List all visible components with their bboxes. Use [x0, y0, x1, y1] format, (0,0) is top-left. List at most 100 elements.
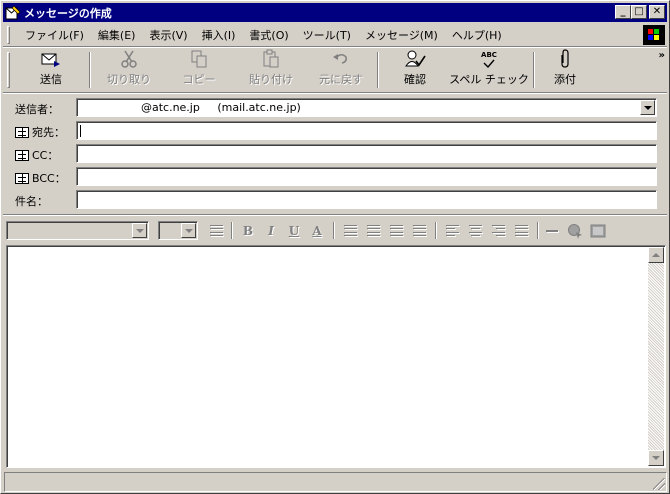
send-button[interactable]: 送信 — [27, 50, 75, 90]
toolbar-divider — [3, 92, 667, 94]
undo-icon — [330, 49, 352, 69]
from-value: @atc.ne.jp (mail.atc.ne.jp) — [113, 101, 301, 114]
subject-label: 件名： — [15, 195, 48, 208]
insert-picture-icon[interactable] — [589, 222, 607, 239]
compose-window: メッセージの作成 _ □ ✕ ファイル(F) 編集(E) 表示(V) 挿入(I)… — [0, 0, 670, 494]
undo-button[interactable]: 元に戻す — [313, 50, 369, 90]
numbered-list-icon[interactable] — [341, 222, 359, 239]
bcc-label: BCC： — [32, 172, 66, 185]
undo-label: 元に戻す — [319, 73, 363, 86]
menu-edit[interactable]: 編集(E) — [91, 27, 143, 43]
align-left-icon[interactable] — [443, 222, 461, 239]
bcc-address-book-button[interactable]: BCC： — [15, 170, 66, 186]
bcc-row: BCC： — [3, 167, 667, 187]
to-label: 宛先： — [32, 126, 65, 139]
address-book-icon — [15, 149, 29, 161]
address-book-icon — [15, 126, 29, 138]
spelling-label: スペル チェック — [449, 73, 529, 86]
font-color-button[interactable]: A — [308, 222, 326, 239]
cc-field[interactable] — [76, 144, 657, 163]
bcc-field[interactable] — [76, 167, 657, 186]
attach-button[interactable]: 添付 — [545, 49, 585, 90]
from-select[interactable]: @atc.ne.jp (mail.atc.ne.jp) — [76, 98, 657, 117]
status-bar — [4, 472, 667, 492]
bulleted-list-icon[interactable] — [364, 222, 382, 239]
menu-tools[interactable]: ツール(T) — [296, 27, 358, 43]
menu-message[interactable]: メッセージ(M) — [358, 27, 445, 43]
paragraph-style-lines — [209, 225, 223, 236]
from-label: 送信者： — [15, 103, 59, 116]
menu-insert[interactable]: 挿入(I) — [195, 27, 243, 43]
align-right-icon[interactable] — [489, 222, 507, 239]
menu-view[interactable]: 表示(V) — [142, 27, 194, 43]
increase-indent-icon[interactable] — [410, 222, 428, 239]
close-icon: ✕ — [652, 6, 662, 17]
toolbar-separator — [89, 52, 91, 88]
subject-field[interactable] — [76, 190, 657, 209]
check-label: 確認 — [404, 73, 426, 86]
spelling-button[interactable]: ABC スペル チェック — [449, 50, 529, 90]
cc-address-book-button[interactable]: CC： — [15, 147, 58, 163]
bold-button[interactable]: B — [239, 222, 257, 239]
underline-button[interactable]: U — [285, 222, 303, 239]
toolbar-grip[interactable] — [7, 52, 10, 88]
to-field[interactable] — [76, 121, 657, 140]
maximize-button[interactable]: □ — [631, 5, 647, 19]
font-size-dropdown-button[interactable] — [181, 223, 196, 238]
menu-grip[interactable] — [7, 26, 10, 44]
justify-icon[interactable] — [512, 222, 530, 239]
minimize-button[interactable]: _ — [615, 5, 631, 19]
toolbar-separator — [377, 52, 379, 88]
toolbar: 送信 切り取り コピー 貼り付け 元に戻す 確認 ABC スペル チェック 添付… — [3, 48, 667, 92]
format-separator — [333, 222, 335, 239]
justify-lines — [514, 225, 528, 236]
menu-format[interactable]: 書式(O) — [242, 27, 295, 43]
decrease-indent-icon[interactable] — [387, 222, 405, 239]
align-center-icon[interactable] — [466, 222, 484, 239]
cc-row: CC： — [3, 144, 667, 164]
paperclip-icon — [554, 49, 576, 69]
align-left-lines — [445, 225, 459, 236]
compose-message-icon — [5, 5, 21, 21]
from-dropdown-button[interactable] — [640, 100, 655, 115]
toolbar-more-icon[interactable]: » — [659, 50, 666, 61]
cut-button[interactable]: 切り取り — [103, 50, 155, 90]
to-address-book-button[interactable]: 宛先： — [15, 124, 65, 140]
menu-file[interactable]: ファイル(F) — [18, 27, 91, 43]
scroll-down-button[interactable] — [648, 450, 664, 466]
decrease-indent-lines — [389, 225, 403, 236]
italic-button[interactable]: I — [262, 222, 280, 239]
title-bar[interactable]: メッセージの作成 _ □ ✕ — [3, 3, 667, 22]
align-right-lines — [491, 225, 505, 236]
attach-label: 添付 — [554, 73, 576, 86]
copy-button[interactable]: コピー — [173, 50, 225, 90]
windows-logo-icon — [643, 25, 665, 45]
resize-grip-icon[interactable] — [653, 478, 665, 490]
message-body-editor[interactable] — [6, 245, 666, 468]
paste-button[interactable]: 貼り付け — [241, 49, 301, 90]
paragraph-style-icon[interactable] — [207, 222, 225, 239]
align-center-lines — [468, 225, 482, 236]
from-row: 送信者： @atc.ne.jp (mail.atc.ne.jp) — [3, 98, 667, 118]
horizontal-line-shape — [546, 229, 558, 232]
scroll-up-button[interactable] — [648, 247, 664, 263]
insert-hyperlink-icon[interactable] — [566, 222, 584, 239]
chevron-down-icon — [135, 228, 144, 233]
close-button[interactable]: ✕ — [649, 5, 665, 19]
numbered-list-lines — [343, 225, 357, 236]
send-label: 送信 — [40, 73, 62, 86]
header-divider — [3, 214, 667, 216]
format-separator — [537, 222, 539, 239]
send-icon — [40, 50, 62, 69]
menu-help[interactable]: ヘルプ(H) — [445, 27, 509, 43]
font-size-select[interactable] — [158, 221, 198, 240]
vertical-scrollbar[interactable] — [648, 247, 664, 466]
font-name-select[interactable] — [6, 221, 149, 240]
font-name-dropdown-button[interactable] — [132, 223, 147, 238]
check-names-button[interactable]: 確認 — [391, 50, 439, 90]
chevron-down-icon — [184, 228, 193, 233]
paste-label: 貼り付け — [249, 73, 293, 86]
horizontal-line-icon[interactable] — [543, 222, 561, 239]
copy-icon — [188, 49, 210, 69]
chevron-down-icon — [643, 105, 652, 110]
